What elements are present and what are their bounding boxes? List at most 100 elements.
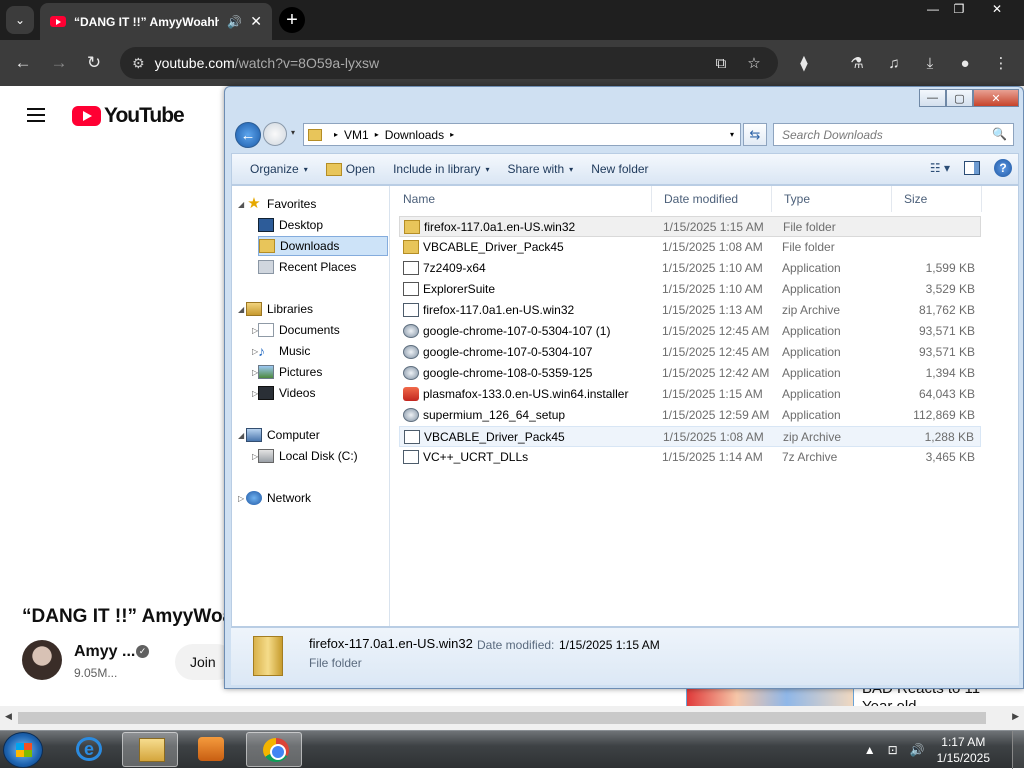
file-row[interactable]: ExplorerSuite 1/15/2025 1:10 AM Applicatio… xyxy=(399,279,981,300)
preview-pane-icon[interactable] xyxy=(964,161,980,175)
nav-item-music[interactable]: ♪ Music xyxy=(258,341,398,361)
file-date-modified: 1/15/2025 1:10 AM xyxy=(662,261,763,275)
search-icon[interactable]: 🔍 xyxy=(992,127,1007,141)
show-desktop-button[interactable] xyxy=(1012,731,1024,769)
open-label: Open xyxy=(345,162,376,176)
volume-icon[interactable]: 🔊 xyxy=(910,743,925,757)
file-date-modified: 1/15/2025 12:42 AM xyxy=(662,366,770,380)
expand-toggle-icon[interactable]: ◢ xyxy=(238,431,244,440)
explorer-address-bar[interactable]: ▸ VM1 ▸ Downloads ▸ ▾ xyxy=(303,123,741,146)
file-row[interactable]: firefox-117.0a1.en-US.win32 1/15/2025 1:1… xyxy=(399,216,981,237)
explorer-back-button[interactable]: ← xyxy=(235,122,261,148)
show-hidden-icons-icon[interactable]: ▲ xyxy=(864,743,876,757)
nav-item-libraries[interactable]: Libraries xyxy=(246,299,386,319)
column-header-date-modified[interactable]: Date modified xyxy=(652,186,772,212)
start-button[interactable] xyxy=(3,732,43,768)
breadcrumb-downloads[interactable]: Downloads xyxy=(385,128,444,142)
scroll-right-arrow-icon[interactable]: ▶ xyxy=(1012,711,1019,722)
nav-item-recent-places[interactable]: Recent Places xyxy=(258,257,398,277)
nav-item-favorites[interactable]: ★ Favorites xyxy=(246,194,386,214)
expand-toggle-icon[interactable]: ◢ xyxy=(238,305,244,314)
organize-button[interactable]: Organize ▾ xyxy=(250,162,308,176)
nav-item-network[interactable]: Network xyxy=(246,488,386,508)
hamburger-menu-icon[interactable] xyxy=(27,108,45,122)
clock[interactable]: 1:17 AM 1/15/2025 xyxy=(937,734,990,766)
file-row[interactable]: plasmafox-133.0.en-US.win64.installer 1/1… xyxy=(399,384,981,405)
tab-close-icon[interactable]: ✕ xyxy=(250,13,262,30)
page-horizontal-scrollbar[interactable]: ◀ ▶ xyxy=(0,706,1024,730)
file-row[interactable]: google-chrome-108-0-5359-125 1/15/2025 12… xyxy=(399,363,981,384)
taskbar-chrome[interactable] xyxy=(246,732,302,767)
address-dropdown-icon[interactable]: ▾ xyxy=(730,130,734,139)
speaker-icon[interactable]: 🔊 xyxy=(227,15,242,29)
scrollbar-thumb[interactable] xyxy=(18,712,986,724)
nav-item-videos[interactable]: Videos xyxy=(258,383,398,403)
file-row[interactable]: VBCABLE_Driver_Pack45 1/15/2025 1:08 AM Fi… xyxy=(399,237,981,258)
cast-icon[interactable]: ⧉ xyxy=(710,52,732,74)
tab-search-button[interactable]: ⌄ xyxy=(6,6,34,34)
channel-avatar[interactable] xyxy=(22,640,62,680)
expand-toggle-icon[interactable]: ▷ xyxy=(238,494,244,503)
navigation-pane[interactable]: ◢ ★ Favorites Desktop Downloads Recent Places… xyxy=(232,186,390,626)
command-bar-right: ☷ ▾ ? xyxy=(930,159,1012,177)
share-with-button[interactable]: Share with ▾ xyxy=(507,162,573,176)
taskbar-windows-explorer[interactable] xyxy=(122,732,178,767)
file-list[interactable]: Name Date modified Type Size firefox-117… xyxy=(391,186,1018,626)
file-row[interactable]: google-chrome-107-0-5304-107 1/15/2025 12… xyxy=(399,342,981,363)
browser-close-button[interactable]: ✕ xyxy=(980,0,1014,18)
forward-button[interactable]: → xyxy=(48,52,70,74)
taskbar-media-player[interactable] xyxy=(182,732,238,767)
new-tab-button[interactable]: + xyxy=(279,7,305,33)
address-bar[interactable]: ⚙ youtube.com/watch?v=8O59a-lyxsw xyxy=(120,47,778,79)
column-header-size[interactable]: Size xyxy=(892,186,982,212)
nav-item-documents[interactable]: Documents xyxy=(258,320,398,340)
extensions-icon[interactable]: ⧫ xyxy=(793,52,815,74)
nav-item-desktop[interactable]: Desktop xyxy=(258,215,398,235)
back-button[interactable]: ← xyxy=(12,52,34,74)
change-view-icon[interactable]: ☷ ▾ xyxy=(930,161,950,175)
labs-flask-icon[interactable]: ⚗ xyxy=(846,52,868,74)
scroll-left-arrow-icon[interactable]: ◀ xyxy=(5,711,12,722)
channel-name[interactable]: Amyy ... xyxy=(74,643,135,661)
media-controls-icon[interactable]: ♫ xyxy=(883,52,905,74)
explorer-window-controls: — ▢ ✕ xyxy=(919,89,1019,107)
explorer-close-button[interactable]: ✕ xyxy=(973,89,1019,107)
downloads-icon[interactable]: ⤓ xyxy=(919,52,941,74)
bookmark-star-icon[interactable]: ☆ xyxy=(743,52,765,74)
column-header-type[interactable]: Type xyxy=(772,186,892,212)
nav-item-local-disk-c[interactable]: Local Disk (C:) xyxy=(258,446,398,466)
new-folder-button[interactable]: New folder xyxy=(591,162,648,176)
file-row[interactable]: firefox-117.0a1.en-US.win32 1/15/2025 1:1… xyxy=(399,300,981,321)
help-icon[interactable]: ? xyxy=(994,159,1012,177)
expand-toggle-icon[interactable]: ◢ xyxy=(238,200,244,209)
file-row[interactable]: google-chrome-107-0-5304-107 (1) 1/15/202… xyxy=(399,321,981,342)
explorer-forward-button[interactable] xyxy=(263,122,287,146)
reload-button[interactable]: ↻ xyxy=(83,52,105,74)
browser-restore-button[interactable]: ❐ xyxy=(942,0,976,18)
browser-tab-youtube[interactable]: “DANG IT !!” AmyyWoahh 🔊 ✕ xyxy=(40,3,272,40)
file-type: Application xyxy=(782,282,841,296)
nav-item-downloads[interactable]: Downloads xyxy=(258,236,388,256)
file-row[interactable]: VBCABLE_Driver_Pack45 1/15/2025 1:08 AM zi… xyxy=(399,426,981,447)
include-in-library-button[interactable]: Include in library ▾ xyxy=(393,162,489,176)
browser-menu-icon[interactable]: ⋮ xyxy=(990,52,1012,74)
search-downloads-input[interactable]: Search Downloads 🔍 xyxy=(773,123,1014,146)
refresh-button[interactable]: ⇆ xyxy=(743,123,767,146)
site-info-icon[interactable]: ⚙ xyxy=(132,55,145,72)
recent-pages-chevron-icon[interactable]: ▾ xyxy=(291,128,295,137)
nav-item-pictures[interactable]: Pictures xyxy=(258,362,398,382)
file-row[interactable]: 7z2409-x64 1/15/2025 1:10 AM Application 1,… xyxy=(399,258,981,279)
taskbar-internet-explorer[interactable]: e xyxy=(60,732,116,767)
profile-icon[interactable]: ● xyxy=(954,52,976,74)
file-row[interactable]: VC++_UCRT_DLLs 1/15/2025 1:14 AM 7z Archiv… xyxy=(399,447,981,468)
file-row[interactable]: supermium_126_64_setup 1/15/2025 12:59 AM… xyxy=(399,405,981,426)
youtube-logo[interactable]: YouTube xyxy=(72,104,185,128)
explorer-maximize-button[interactable]: ▢ xyxy=(946,89,973,107)
network-icon[interactable]: ⊡ xyxy=(888,743,898,757)
open-button[interactable]: Open xyxy=(325,162,376,176)
share-with-label: Share with xyxy=(507,162,565,176)
column-header-name[interactable]: Name xyxy=(391,186,652,212)
nav-item-computer[interactable]: Computer xyxy=(246,425,386,445)
breadcrumb-vm1[interactable]: VM1 xyxy=(344,128,369,142)
explorer-minimize-button[interactable]: — xyxy=(919,89,946,107)
